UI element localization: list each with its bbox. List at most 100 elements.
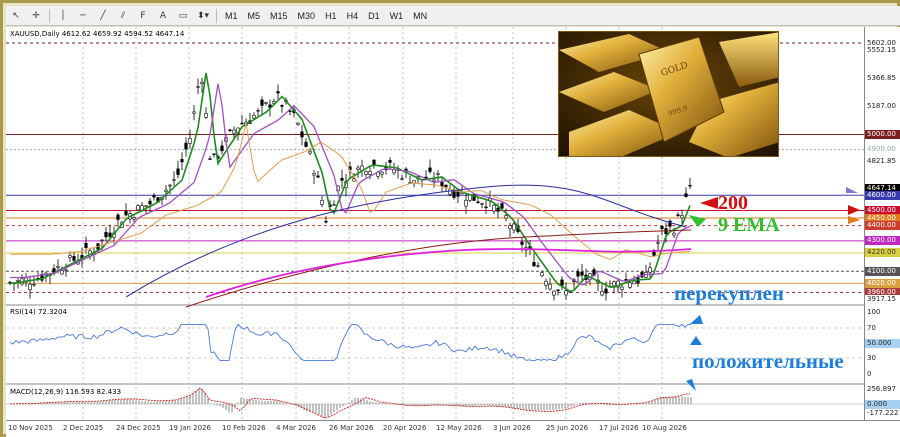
candle-body xyxy=(656,241,660,244)
candle-body xyxy=(116,214,120,220)
candle-body xyxy=(464,199,468,207)
date-label: 10 Nov 2025 xyxy=(8,424,53,432)
timeframe-mn[interactable]: MN xyxy=(408,8,432,24)
timeframe-d1[interactable]: D1 xyxy=(363,8,385,24)
ema9-annotation: 9 EMA xyxy=(718,214,780,236)
price-level-label: 5366.85 xyxy=(865,74,900,84)
macd-scale-label: 256.897 xyxy=(865,384,900,394)
date-label: 17 Jul 2026 xyxy=(599,424,639,432)
rsi-scale-label: 70 xyxy=(865,323,900,333)
candle-body xyxy=(500,203,504,209)
candle-body xyxy=(184,142,188,150)
candle-body xyxy=(552,290,556,296)
positive-annotation: положительные xyxy=(692,349,844,373)
timeframe-m5[interactable]: M5 xyxy=(243,8,266,24)
horizontal-line-icon[interactable]: ─ xyxy=(73,8,93,24)
toolbar: ↖ ✛ │ ─ ╱ ⫽ F A ▭ ⬍▾ M1 M5 M15 M30 H1 H4 D1 W1 M… xyxy=(6,6,900,26)
candle-body xyxy=(64,269,68,272)
arrow-200 xyxy=(700,197,718,209)
fibonacci-icon[interactable]: F xyxy=(133,8,153,24)
macd-label: MACD(12,26,9) 116.593 82.433 xyxy=(10,388,122,396)
crosshair-icon[interactable]: ✛ xyxy=(26,8,46,24)
timeframe-h1[interactable]: H1 xyxy=(320,8,342,24)
rsi-scale-label: 50.000 xyxy=(865,338,900,348)
price-level-label: 4900.00 xyxy=(865,145,900,155)
candle-body xyxy=(684,193,688,197)
candle-body xyxy=(240,122,244,125)
candle-body xyxy=(368,171,372,175)
timeframe-w1[interactable]: W1 xyxy=(385,8,409,24)
candle-body xyxy=(28,283,32,290)
candle-body xyxy=(612,281,616,287)
price-level-label: 4600.00 xyxy=(865,190,900,200)
rsi-scale-label: 100 xyxy=(865,307,900,317)
price-level-label: 5187.00 xyxy=(865,101,900,111)
candle-body xyxy=(72,255,76,261)
candle-body xyxy=(308,150,312,154)
date-label: 2 Dec 2025 xyxy=(63,424,104,432)
candle-body xyxy=(576,271,580,277)
vertical-line-icon[interactable]: │ xyxy=(53,8,73,24)
date-axis: 10 Nov 2025 2 Dec 2025 24 Dec 2025 19 Jan 2… xyxy=(6,420,900,437)
trendline-icon[interactable]: ╱ xyxy=(93,8,113,24)
candle-body xyxy=(440,182,444,187)
timeframe-m1[interactable]: M1 xyxy=(220,8,243,24)
candle-body xyxy=(152,195,156,198)
timeframe-m15[interactable]: M15 xyxy=(265,8,293,24)
rsi-scale-label: 0 xyxy=(865,369,900,379)
candle-body xyxy=(428,167,432,172)
candle-body xyxy=(56,265,60,268)
price-level-label: 4220.00 xyxy=(865,248,900,258)
candle-body xyxy=(312,172,316,176)
candle-body xyxy=(676,214,680,216)
candle-body xyxy=(212,153,216,155)
date-label: 26 Mar 2026 xyxy=(329,424,374,432)
candle-body xyxy=(324,220,328,223)
cursor-icon[interactable]: ↖ xyxy=(6,8,26,24)
timeframe-m30[interactable]: M30 xyxy=(293,8,321,24)
candle-body xyxy=(672,232,676,236)
candle-body xyxy=(496,207,500,212)
rsi-line xyxy=(9,323,691,361)
channel-icon[interactable]: ⫽ xyxy=(113,8,133,24)
price-level-label: 4100.00 xyxy=(865,266,900,276)
label-tool-icon[interactable]: ▭ xyxy=(173,8,193,24)
macd-scale-label: -177.222 xyxy=(865,408,900,418)
candle-body xyxy=(632,280,636,285)
candle-body xyxy=(484,206,488,209)
candle-body xyxy=(564,290,568,296)
price-level-label: 5000.00 xyxy=(865,129,900,139)
candle-body xyxy=(320,200,324,205)
candle-body xyxy=(228,129,232,131)
candle-body xyxy=(192,111,196,114)
candle-body xyxy=(680,215,684,219)
candle-body xyxy=(580,271,584,276)
chart-area[interactable]: XAUUSD,Daily 4612.62 4659.92 4594.52 464… xyxy=(6,27,864,420)
price-level-label: 4400.00 xyxy=(865,221,900,231)
candle-body xyxy=(280,105,284,107)
chart-title: XAUUSD,Daily 4612.62 4659.92 4594.52 464… xyxy=(10,30,185,38)
timeframe-h4[interactable]: H4 xyxy=(342,8,364,24)
candle-body xyxy=(620,286,624,290)
candle-body xyxy=(412,180,416,184)
candle-body xyxy=(544,280,548,286)
candle-body xyxy=(180,159,184,163)
price-scale[interactable]: 5602.00 5552.15 5366.85 5187.00 5000.00 4900.… xyxy=(864,27,900,420)
rsi-scale-label: 30 xyxy=(865,353,900,363)
candle-body xyxy=(448,188,452,195)
candle-body xyxy=(32,284,36,286)
candle-body xyxy=(304,141,308,147)
ma200-annotation: 200 xyxy=(718,192,748,214)
arrow-positive-down xyxy=(686,379,696,391)
candle-body xyxy=(356,167,360,170)
candle-body xyxy=(532,262,536,267)
candle-body xyxy=(628,282,632,288)
date-label: 24 Dec 2025 xyxy=(116,424,161,432)
candle-body xyxy=(208,158,212,160)
candle-body xyxy=(600,291,604,296)
candle-body xyxy=(220,145,224,152)
text-tool-icon[interactable]: A xyxy=(153,8,173,24)
candle-body xyxy=(548,283,552,290)
arrows-dropdown-icon[interactable]: ⬍▾ xyxy=(193,8,213,24)
candle-body xyxy=(492,204,496,212)
